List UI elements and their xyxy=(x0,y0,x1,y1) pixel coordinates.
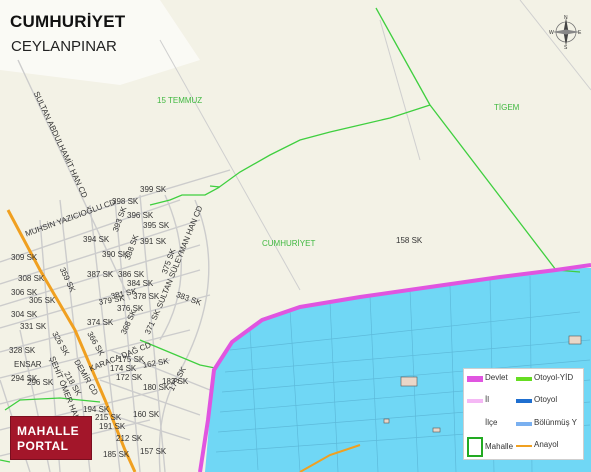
legend-swatch xyxy=(467,437,483,457)
street-label: 396 SK xyxy=(127,211,154,220)
street-label: 185 SK xyxy=(103,450,130,459)
logo-line-1: MAHALLE xyxy=(17,424,80,438)
area-label: 15 TEMMUZ xyxy=(157,96,203,105)
street-label: 387 SK xyxy=(87,270,114,279)
mahalle-portal-logo: MAHALLE PORTAL xyxy=(10,416,92,460)
legend-label: İlçe xyxy=(485,418,498,427)
compass-icon: N S E W xyxy=(549,15,582,49)
street-label: 160 SK xyxy=(133,410,160,419)
legend-swatch xyxy=(467,399,483,403)
legend-label: Bölünmüş Y xyxy=(534,418,577,427)
street-label: 399 SK xyxy=(140,185,167,194)
legend-label: Otoyol-YİD xyxy=(534,373,574,382)
compass-w: W xyxy=(549,30,554,36)
compass-e: E xyxy=(578,30,582,36)
compass-s: S xyxy=(564,45,568,49)
street-label: 157 SK xyxy=(140,447,167,456)
page-title: CUMHURİYET xyxy=(10,12,126,31)
logo-line-2: PORTAL xyxy=(17,439,69,453)
street-label: 304 SK xyxy=(11,310,38,319)
street-label: 174 SK xyxy=(110,364,137,373)
map-legend: Devlet Otoyol-YİD İl Otoyol İlçe Bölünmü… xyxy=(463,368,584,460)
legend-swatch xyxy=(467,422,483,426)
legend-swatch xyxy=(516,445,532,447)
compass-n: N xyxy=(564,15,568,21)
street-label: 328 SK xyxy=(9,346,36,355)
legend-swatch xyxy=(467,376,483,382)
legend-swatch xyxy=(516,422,532,426)
street-label: 308 SK xyxy=(18,274,45,283)
street-label: 191 SK xyxy=(99,422,126,431)
street-label: 394 SK xyxy=(83,235,110,244)
legend-swatch xyxy=(516,377,532,381)
street-label: 398 SK xyxy=(112,197,139,206)
street-label: 212 SK xyxy=(116,434,143,443)
legend-label: Otoyol xyxy=(534,395,558,404)
legend-label: İl xyxy=(485,395,489,404)
street-label: 180 SK xyxy=(143,383,170,392)
street-label: 175 SK xyxy=(118,355,145,364)
street-label: 378 SK xyxy=(133,292,160,301)
street-label: 158 SK xyxy=(396,236,423,245)
map[interactable]: CUMHURİYET CEYLANPINAR N S E W 15 TEMMUZ… xyxy=(0,0,591,472)
street-label: 331 SK xyxy=(20,322,47,331)
street-label: 296 SK xyxy=(27,378,54,387)
street-label: 172 SK xyxy=(116,373,143,382)
street-label: 395 SK xyxy=(143,221,170,230)
area-label: CUMHURİYET xyxy=(262,239,316,248)
street-label: 309 SK xyxy=(11,253,38,262)
legend-swatch xyxy=(516,399,532,403)
street-label: 215 SK xyxy=(95,413,122,422)
legend-label: Devlet xyxy=(485,373,508,382)
street-label: 305 SK xyxy=(29,296,56,305)
legend-label: Anayol xyxy=(534,440,559,449)
street-label: 386 SK xyxy=(118,270,145,279)
street-label: 374 SK xyxy=(87,318,114,327)
legend-label: Mahalle xyxy=(485,442,514,451)
area-label: TİGEM xyxy=(494,103,520,112)
street-label: ENSAR xyxy=(14,360,42,369)
street-label: 391 SK xyxy=(140,237,167,246)
district-name: CEYLANPINAR xyxy=(11,38,117,55)
